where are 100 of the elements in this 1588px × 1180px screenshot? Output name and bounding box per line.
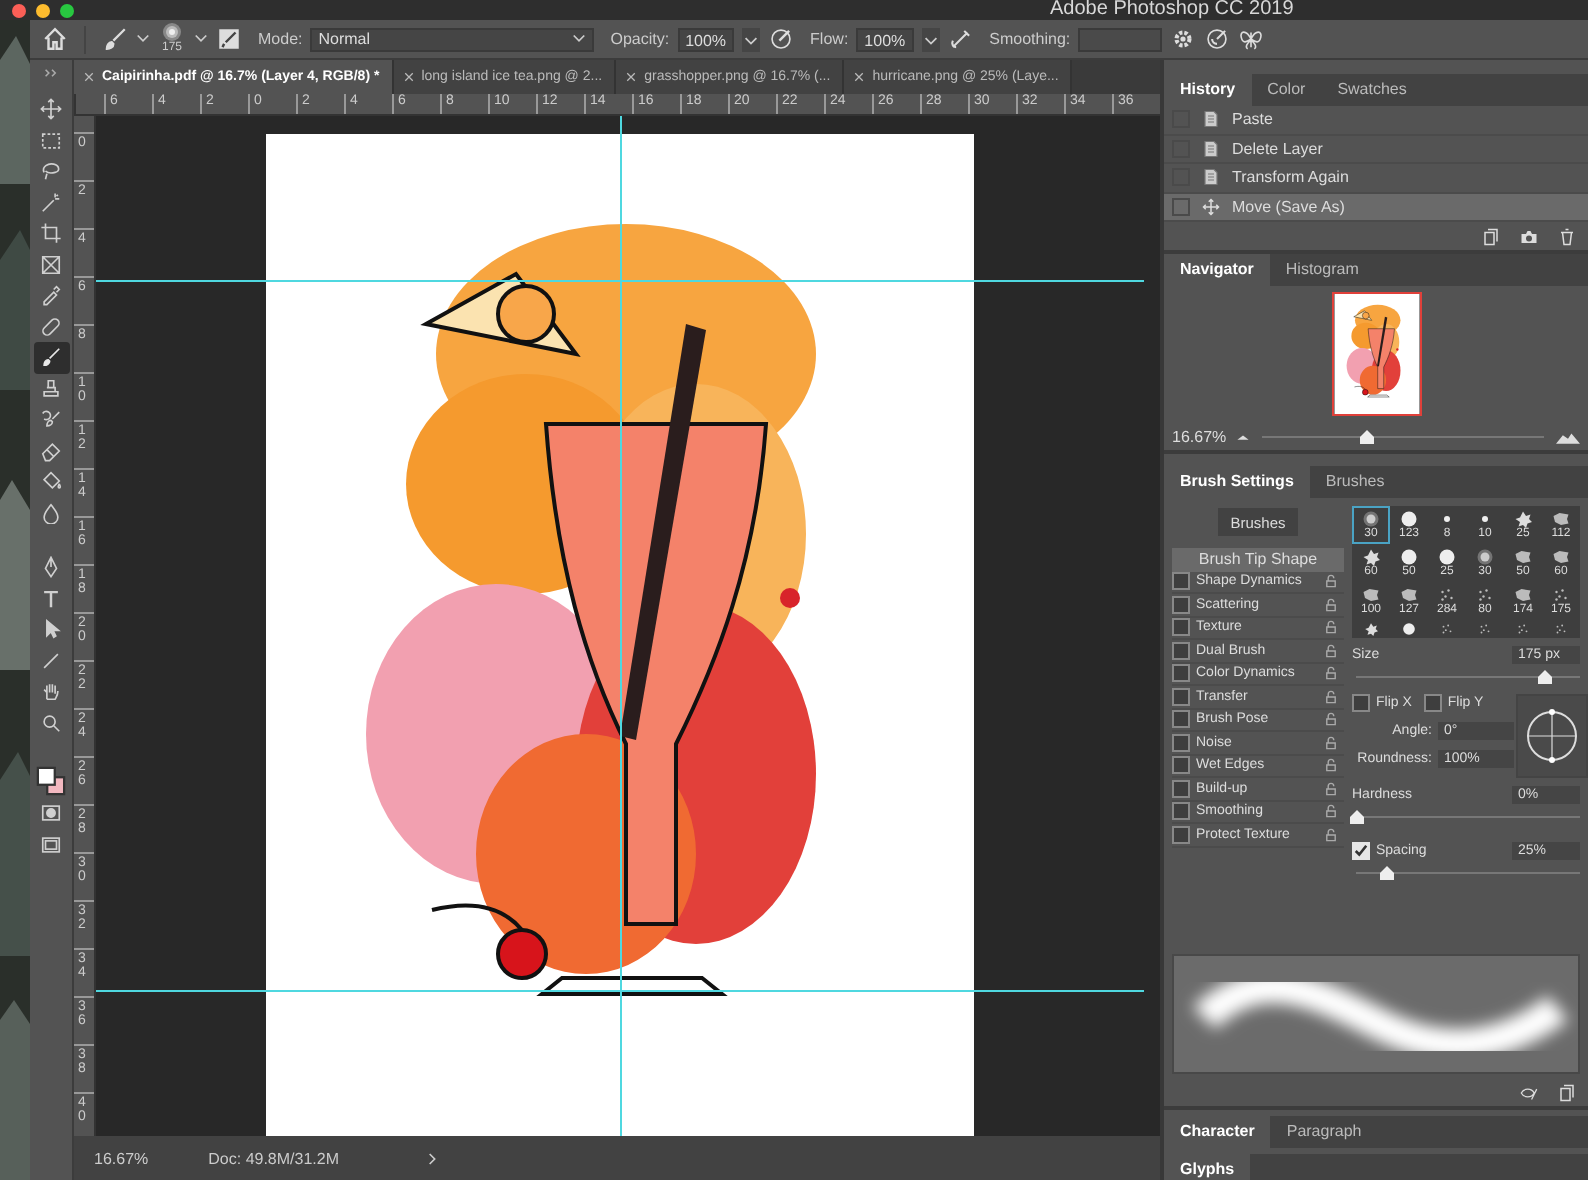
caret-icon[interactable] [194, 32, 208, 46]
slider-handle[interactable] [1538, 670, 1553, 684]
pen-icon[interactable] [40, 556, 62, 579]
panel-tab[interactable]: Brushes [1309, 466, 1401, 498]
butterfly-icon[interactable] [1238, 26, 1265, 52]
settings-item[interactable]: Brush Tip Shape [1172, 548, 1344, 571]
slider-handle[interactable] [1360, 429, 1375, 443]
screen-icon[interactable] [40, 833, 62, 856]
slider-handle[interactable] [1379, 866, 1394, 880]
bucket-icon[interactable] [40, 470, 62, 493]
brush-icon[interactable] [102, 26, 128, 52]
lock-icon[interactable] [1324, 735, 1338, 750]
lock-icon[interactable] [1324, 804, 1338, 819]
pen-pressure-icon[interactable] [768, 26, 795, 52]
hand-icon[interactable] [40, 680, 62, 703]
caret-icon[interactable] [572, 32, 587, 46]
smoothing-field[interactable] [1078, 27, 1163, 51]
tool-button[interactable] [33, 342, 69, 373]
checkbox[interactable] [1172, 641, 1190, 660]
droplet-icon[interactable] [40, 501, 62, 524]
new-document-icon[interactable] [1482, 227, 1500, 245]
lasso-icon[interactable] [40, 160, 62, 183]
zoom-out-icon[interactable] [1236, 431, 1250, 441]
eye-slash-icon[interactable] [1520, 1083, 1538, 1101]
flow-field[interactable]: 100% [856, 27, 914, 51]
close-icon[interactable] [854, 72, 865, 82]
lock-icon[interactable] [1324, 827, 1338, 842]
checkbox[interactable] [1423, 694, 1442, 712]
home-icon[interactable] [42, 26, 68, 52]
collapse-icon[interactable] [43, 68, 59, 78]
close-icon[interactable] [626, 72, 637, 82]
caret-icon[interactable] [742, 27, 761, 51]
zoom-icon[interactable] [40, 711, 62, 734]
panel-tab[interactable]: Histogram [1269, 254, 1375, 286]
brush-tip-icon[interactable] [162, 22, 182, 42]
eyedropper-icon[interactable] [40, 284, 62, 307]
text-icon[interactable] [40, 587, 62, 610]
lock-icon[interactable] [1324, 597, 1338, 612]
lock-icon[interactable] [1324, 666, 1338, 681]
mode-dropdown[interactable]: Normal [310, 27, 595, 51]
new-brush-icon[interactable] [1558, 1083, 1576, 1101]
zoom-field[interactable]: 16.67% [1172, 427, 1224, 445]
history-state[interactable]: Move (Save As) [1164, 193, 1588, 222]
checkbox[interactable] [1172, 572, 1190, 591]
airbrush-icon[interactable] [947, 26, 974, 52]
angle-dial[interactable] [1516, 694, 1588, 778]
eraser-icon[interactable] [40, 439, 62, 462]
lock-icon[interactable] [1324, 781, 1338, 796]
chevron-icon[interactable] [428, 1151, 439, 1165]
bandage-icon[interactable] [40, 315, 62, 338]
checkbox[interactable] [1352, 694, 1370, 712]
slider-handle[interactable] [1350, 810, 1364, 824]
brush-icon[interactable] [40, 346, 62, 369]
checkbox[interactable] [1172, 687, 1190, 706]
minimize-window-control[interactable] [36, 3, 50, 17]
close-icon[interactable] [403, 72, 414, 82]
brush-panel-icon[interactable] [216, 26, 242, 52]
camera-icon[interactable] [1520, 227, 1538, 245]
panel-tab[interactable]: Glyphs [1164, 1154, 1251, 1180]
panel-tab[interactable]: Character [1164, 1116, 1271, 1148]
checkbox[interactable] [1172, 825, 1190, 844]
lock-icon[interactable] [1324, 712, 1338, 727]
history-state[interactable]: Delete Layer [1164, 135, 1588, 164]
caret-icon[interactable] [921, 27, 940, 51]
settings-icon[interactable] [1170, 26, 1197, 52]
checkbox[interactable] [1172, 664, 1190, 683]
panel-tab[interactable]: Brush Settings [1164, 466, 1310, 498]
pressure-size-icon[interactable] [1204, 26, 1231, 52]
panel-tab[interactable]: Color [1251, 74, 1322, 106]
lock-icon[interactable] [1324, 574, 1338, 589]
panel-tab[interactable]: Paragraph [1270, 1116, 1378, 1148]
lock-icon[interactable] [1324, 620, 1338, 635]
close-icon[interactable] [84, 72, 94, 82]
marquee-icon[interactable] [40, 129, 62, 152]
close-window-control[interactable] [12, 3, 26, 17]
panel-tab[interactable]: Navigator [1164, 254, 1270, 286]
checkbox[interactable] [1172, 756, 1190, 775]
checkbox[interactable] [1172, 595, 1190, 614]
checkbox[interactable] [1172, 802, 1190, 821]
checkbox[interactable] [1352, 842, 1370, 860]
arrow-icon[interactable] [40, 618, 62, 641]
history-brush-icon[interactable] [40, 408, 62, 431]
panel-tab[interactable]: History [1164, 74, 1252, 106]
zoom-in-icon[interactable] [1556, 429, 1580, 443]
checkbox[interactable] [1172, 733, 1190, 752]
opacity-field[interactable]: 100% [677, 27, 735, 51]
stamp-icon[interactable] [40, 377, 62, 400]
crop-icon[interactable] [40, 222, 62, 245]
zoom-window-control[interactable] [60, 3, 74, 17]
mask-icon[interactable] [40, 802, 62, 825]
line-icon[interactable] [40, 649, 62, 672]
checkbox[interactable] [1172, 779, 1190, 798]
trash-icon[interactable] [1558, 227, 1576, 245]
lock-icon[interactable] [1324, 758, 1338, 773]
move-icon[interactable] [40, 98, 62, 121]
caret-icon[interactable] [136, 32, 150, 46]
panel-tab[interactable]: Swatches [1321, 74, 1423, 106]
lock-icon[interactable] [1324, 643, 1338, 658]
checkbox[interactable] [1172, 618, 1190, 637]
lock-icon[interactable] [1324, 689, 1338, 704]
